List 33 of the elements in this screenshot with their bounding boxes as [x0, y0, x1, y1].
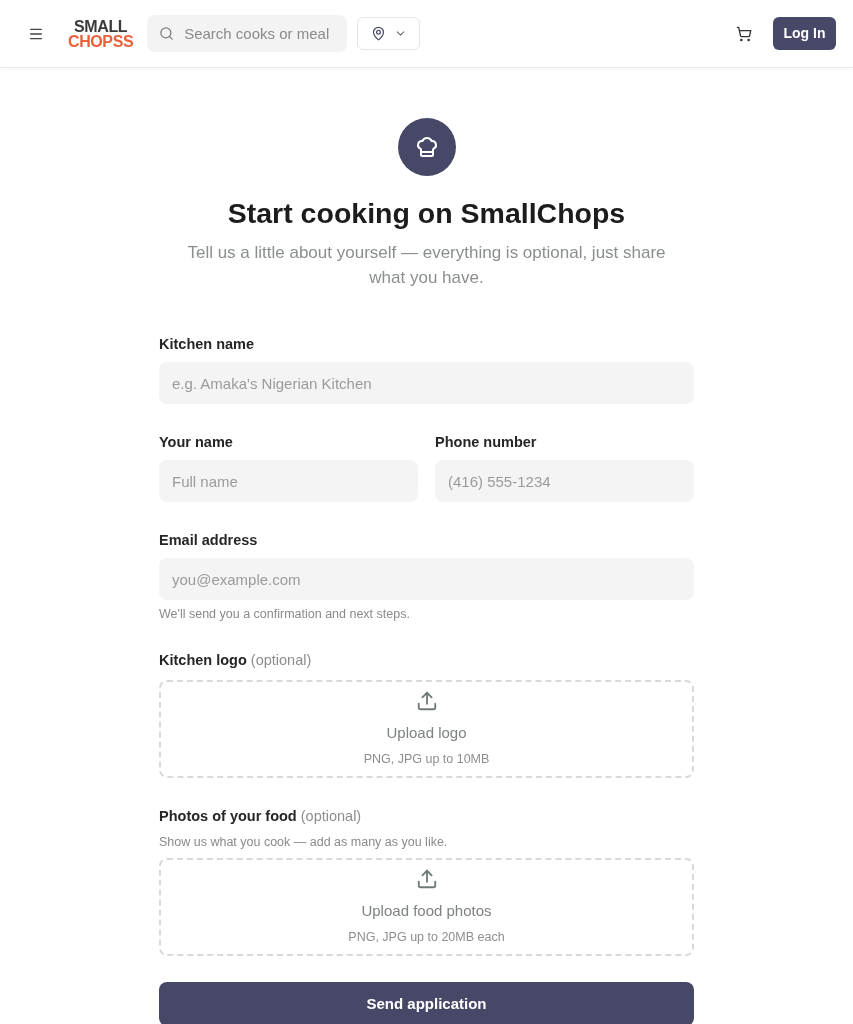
field-label: Phone number [435, 433, 537, 452]
field-label: Photos of your food [159, 807, 297, 826]
optional-note: (optional) [250, 651, 312, 670]
file-limits: PNG, JPG up to 10MB [363, 751, 490, 767]
search-field[interactable]: Search cooks or meal [147, 15, 348, 52]
field-label: Kitchen name [159, 335, 255, 354]
map-pin-icon [370, 26, 386, 41]
page-subtitle: Tell us a little about yourself — everything is optional, just share what you have. [186, 242, 667, 289]
upload-dropzone[interactable]: Upload logo PNG, JPG up to 10MB [159, 680, 694, 778]
input-field[interactable]: Full name [159, 460, 418, 502]
file-limits: PNG, JPG up to 20MB each [348, 929, 505, 945]
optional-note: (optional) [300, 807, 362, 826]
send-application-button[interactable]: Send application [159, 982, 694, 1024]
helper-text: We'll send you a confirmation and next steps. [159, 606, 411, 622]
upload-title: Upload food photos [361, 901, 492, 921]
chef-hat-icon [397, 118, 456, 176]
field-label: Your name [159, 433, 233, 452]
location-button[interactable] [357, 17, 421, 50]
input-field[interactable]: you@example.com [159, 558, 694, 600]
upload-icon [415, 690, 438, 712]
page-title: Start cooking on SmallChops [226, 196, 627, 231]
upload-dropzone[interactable]: Upload food photos PNG, JPG up to 20MB each [159, 858, 694, 956]
cart-icon[interactable] [736, 25, 752, 42]
login-button[interactable]: Log In [773, 17, 836, 50]
input-field[interactable]: e.g. Amaka's Nigerian Kitchen [159, 362, 694, 404]
input-field[interactable]: (416) 555-1234 [435, 460, 694, 502]
upload-icon [415, 868, 438, 890]
search-icon [159, 26, 175, 41]
helper-text: Show us what you cook — add as many as you like. [159, 834, 449, 850]
field-label: Email address [159, 531, 258, 550]
field-label: Kitchen logo [159, 651, 247, 670]
logo[interactable]: SMALL CHOPSS [68, 18, 134, 49]
upload-title: Upload logo [386, 723, 467, 743]
